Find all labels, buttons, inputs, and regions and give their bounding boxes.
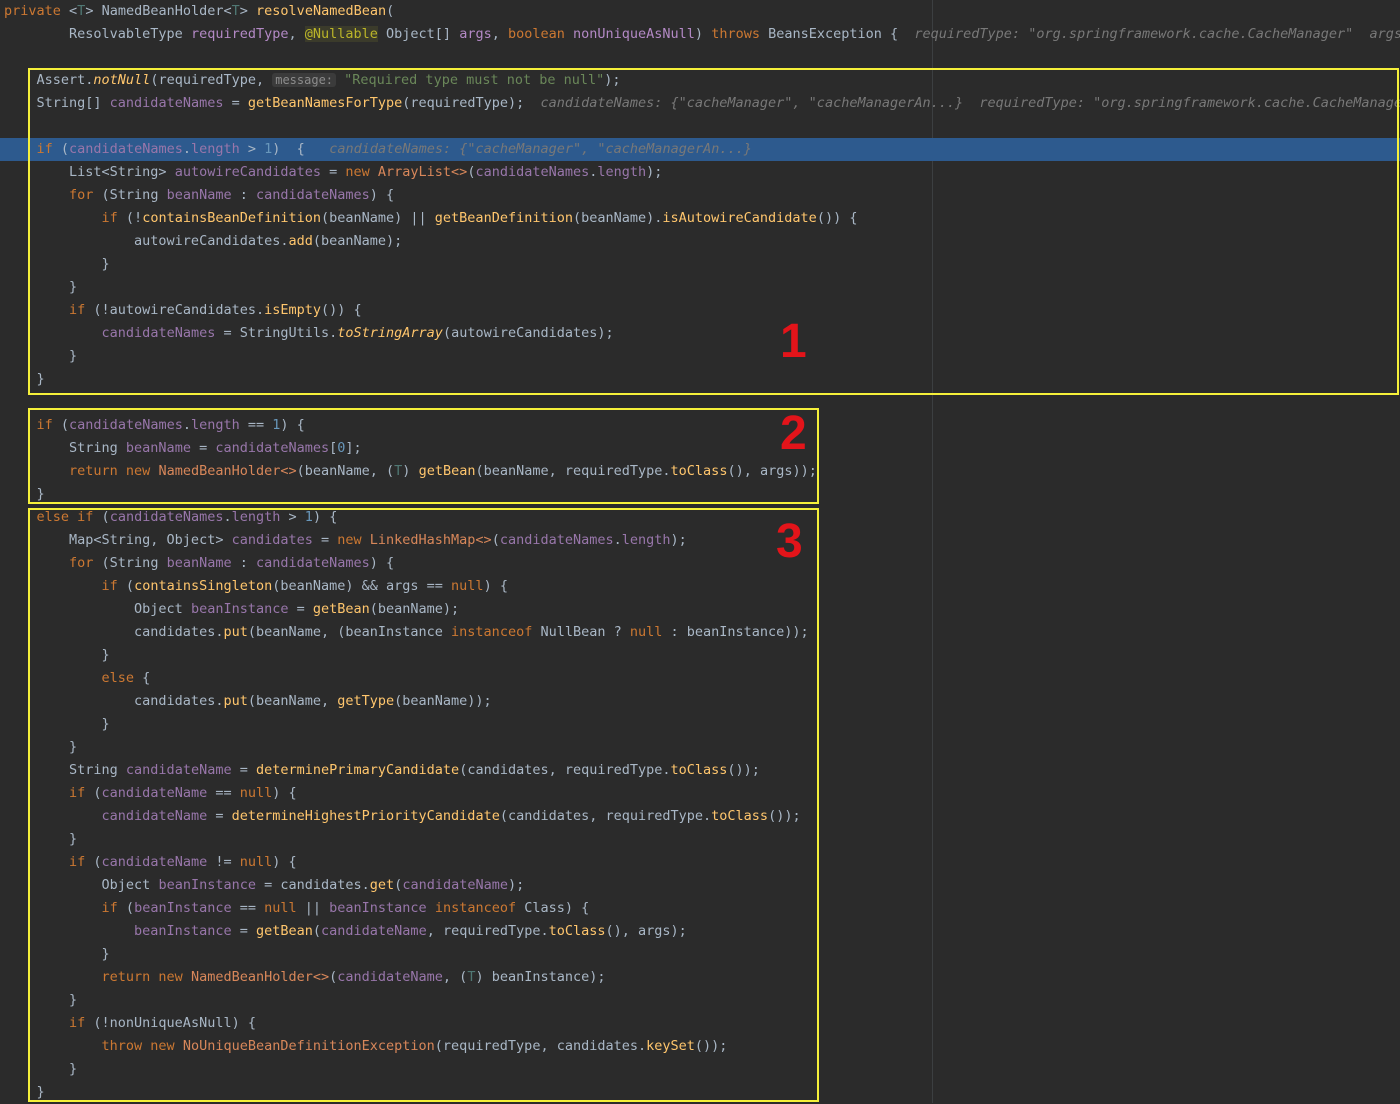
code-token: boolean xyxy=(507,26,573,42)
code-token: BeansException xyxy=(768,26,891,42)
code-token: NamedBeanHolder xyxy=(101,3,224,19)
code-token: ) xyxy=(694,26,712,42)
highlight-box-3 xyxy=(28,508,819,1102)
code-token: > xyxy=(85,3,102,19)
code-token: , xyxy=(491,26,508,42)
code-token: ( xyxy=(386,3,395,19)
code-token: , xyxy=(288,26,305,42)
highlight-box-2 xyxy=(28,408,819,504)
code-token: nonUniqueAsNull xyxy=(573,26,695,42)
code-token: { xyxy=(890,26,915,42)
code-token: throws xyxy=(711,26,769,42)
code-token: < xyxy=(223,3,232,19)
code-token: > xyxy=(239,3,257,19)
box-label-2: 2 xyxy=(780,407,807,460)
code-token: @Nullable xyxy=(304,26,378,42)
code-token: requiredType: "org.springframework.cache… xyxy=(914,26,1400,42)
code-token: T xyxy=(231,3,240,19)
code-token: args xyxy=(459,26,492,42)
code-token: < xyxy=(69,3,78,19)
code-token: private xyxy=(4,3,70,19)
code-token: resolveNamedBean xyxy=(256,3,387,19)
code-line[interactable]: ResolvableType requiredType, @Nullable O… xyxy=(0,23,1400,46)
box-label-3: 3 xyxy=(776,515,803,568)
code-token: ResolvableType xyxy=(4,26,191,42)
code-editor[interactable]: private <T> NamedBeanHolder<T> resolveNa… xyxy=(0,0,1400,1103)
code-token: requiredType xyxy=(190,26,289,42)
box-label-1: 1 xyxy=(780,315,807,368)
code-line[interactable]: private <T> NamedBeanHolder<T> resolveNa… xyxy=(0,0,1400,23)
code-token: Object[] xyxy=(377,26,460,42)
code-line[interactable] xyxy=(0,46,1400,69)
highlight-box-1 xyxy=(28,68,1399,395)
